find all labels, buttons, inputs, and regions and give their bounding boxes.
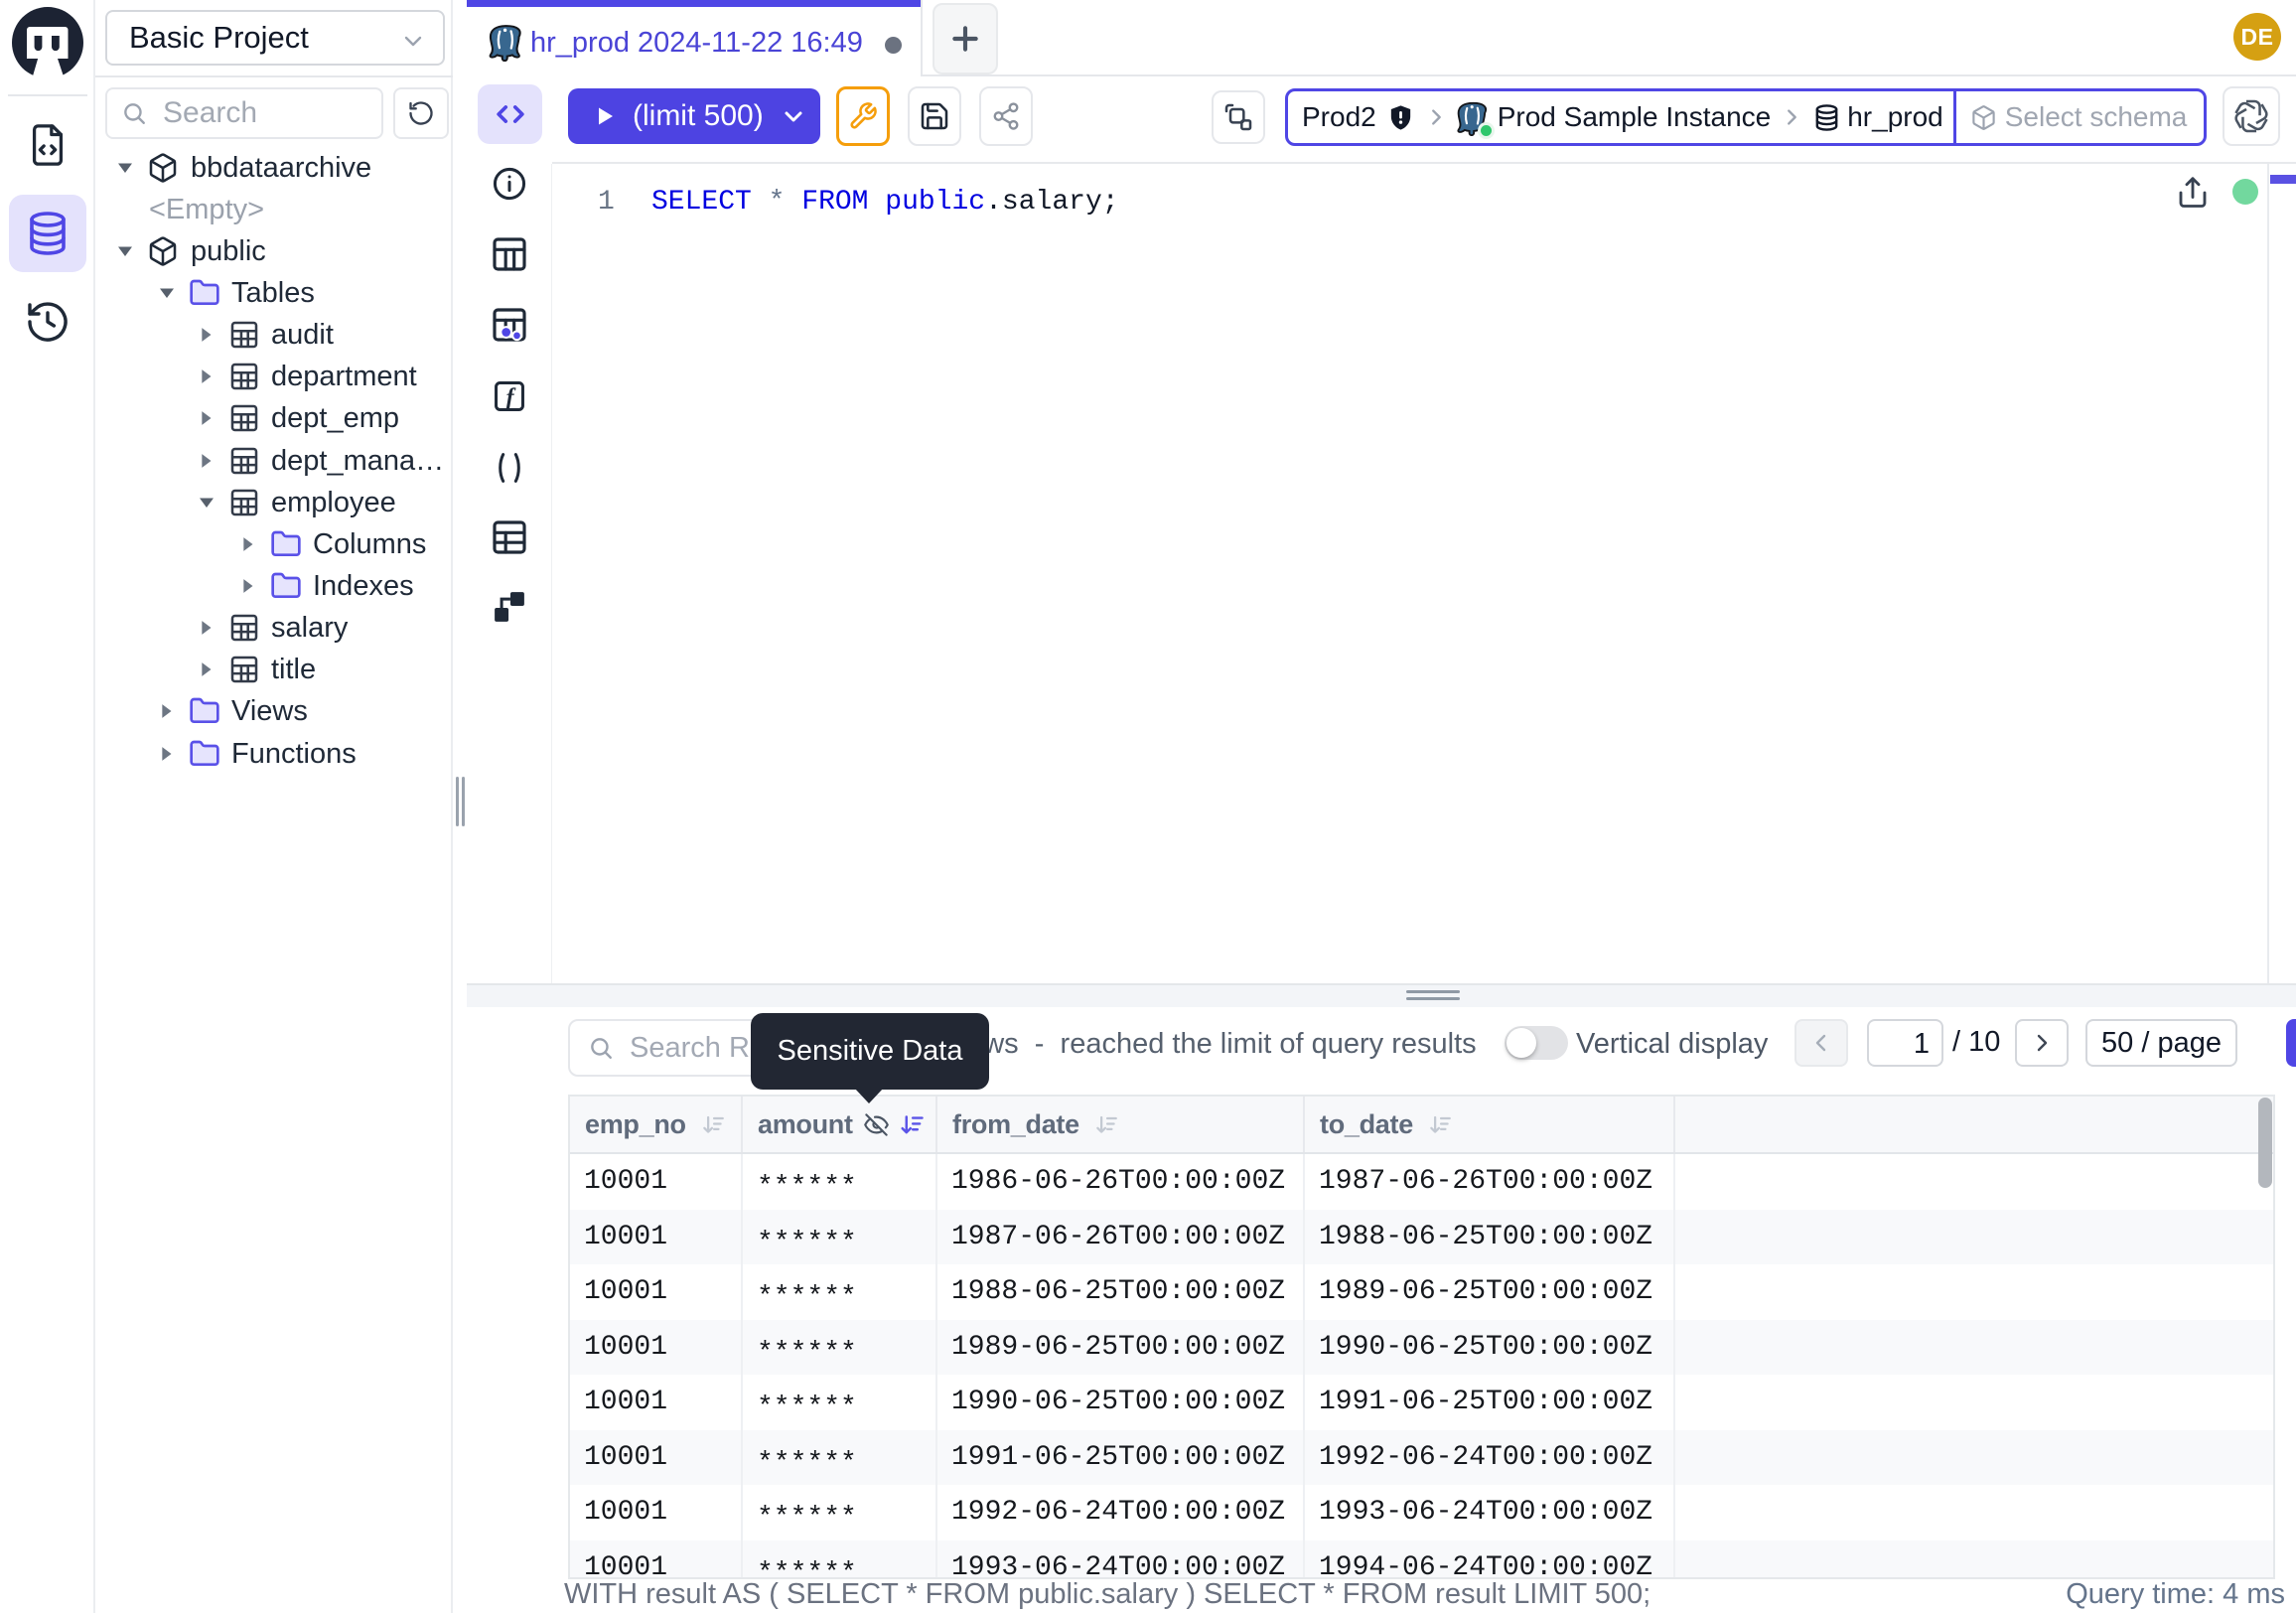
svg-text:f: f	[506, 385, 516, 411]
